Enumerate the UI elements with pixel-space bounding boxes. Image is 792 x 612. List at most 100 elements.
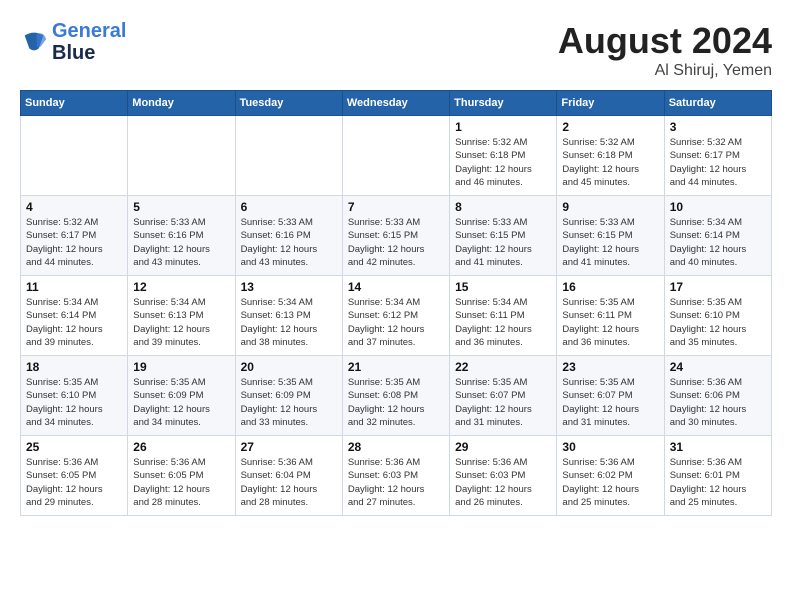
- calendar-cell: 29 Sunrise: 5:36 AM Sunset: 6:03 PM Dayli…: [450, 436, 557, 516]
- calendar-cell: 4 Sunrise: 5:32 AM Sunset: 6:17 PM Daylig…: [21, 196, 128, 276]
- day-info: Sunrise: 5:33 AM Sunset: 6:16 PM Dayligh…: [241, 216, 337, 269]
- calendar-week-row: 25 Sunrise: 5:36 AM Sunset: 6:05 PM Dayli…: [21, 436, 772, 516]
- day-number: 30: [562, 440, 658, 454]
- calendar-cell: 31 Sunrise: 5:36 AM Sunset: 6:01 PM Dayli…: [664, 436, 771, 516]
- day-number: 12: [133, 280, 229, 294]
- day-info: Sunrise: 5:34 AM Sunset: 6:13 PM Dayligh…: [133, 296, 229, 349]
- day-number: 28: [348, 440, 444, 454]
- day-number: 31: [670, 440, 766, 454]
- day-of-week-header: Thursday: [450, 91, 557, 116]
- day-info: Sunrise: 5:35 AM Sunset: 6:07 PM Dayligh…: [455, 376, 551, 429]
- calendar-cell: 20 Sunrise: 5:35 AM Sunset: 6:09 PM Dayli…: [235, 356, 342, 436]
- calendar-cell: 19 Sunrise: 5:35 AM Sunset: 6:09 PM Dayli…: [128, 356, 235, 436]
- day-number: 16: [562, 280, 658, 294]
- calendar-cell: 28 Sunrise: 5:36 AM Sunset: 6:03 PM Dayli…: [342, 436, 449, 516]
- day-info: Sunrise: 5:35 AM Sunset: 6:10 PM Dayligh…: [670, 296, 766, 349]
- day-info: Sunrise: 5:33 AM Sunset: 6:16 PM Dayligh…: [133, 216, 229, 269]
- calendar-week-row: 11Sunrise: 5:34 AM Sunset: 6:14 PM Dayli…: [21, 276, 772, 356]
- day-number: 5: [133, 200, 229, 214]
- day-info: Sunrise: 5:36 AM Sunset: 6:03 PM Dayligh…: [348, 456, 444, 509]
- calendar-cell: 3 Sunrise: 5:32 AM Sunset: 6:17 PM Daylig…: [664, 116, 771, 196]
- day-info: Sunrise: 5:33 AM Sunset: 6:15 PM Dayligh…: [348, 216, 444, 269]
- day-number: 15: [455, 280, 551, 294]
- day-number: 6: [241, 200, 337, 214]
- calendar-cell: 25 Sunrise: 5:36 AM Sunset: 6:05 PM Dayli…: [21, 436, 128, 516]
- calendar-cell: [128, 116, 235, 196]
- day-info: Sunrise: 5:34 AM Sunset: 6:11 PM Dayligh…: [455, 296, 551, 349]
- logo: General Blue: [20, 20, 126, 64]
- page-header: General Blue August 2024 Al Shiruj, Yeme…: [20, 20, 772, 80]
- calendar-cell: [342, 116, 449, 196]
- calendar-table: SundayMondayTuesdayWednesdayThursdayFrid…: [20, 90, 772, 516]
- day-info: Sunrise: 5:36 AM Sunset: 6:06 PM Dayligh…: [670, 376, 766, 429]
- calendar-cell: 18 Sunrise: 5:35 AM Sunset: 6:10 PM Dayli…: [21, 356, 128, 436]
- day-number: 4: [26, 200, 122, 214]
- calendar-cell: [235, 116, 342, 196]
- day-info: Sunrise: 5:36 AM Sunset: 6:05 PM Dayligh…: [133, 456, 229, 509]
- calendar-cell: 5 Sunrise: 5:33 AM Sunset: 6:16 PM Daylig…: [128, 196, 235, 276]
- calendar-cell: 11Sunrise: 5:34 AM Sunset: 6:14 PM Dayli…: [21, 276, 128, 356]
- title-block: August 2024 Al Shiruj, Yemen: [558, 20, 772, 80]
- day-number: 17: [670, 280, 766, 294]
- day-of-week-header: Tuesday: [235, 91, 342, 116]
- calendar-cell: 14Sunrise: 5:34 AM Sunset: 6:12 PM Dayli…: [342, 276, 449, 356]
- calendar-cell: 9 Sunrise: 5:33 AM Sunset: 6:15 PM Daylig…: [557, 196, 664, 276]
- logo-icon: [20, 28, 48, 56]
- day-number: 9: [562, 200, 658, 214]
- day-info: Sunrise: 5:36 AM Sunset: 6:02 PM Dayligh…: [562, 456, 658, 509]
- day-info: Sunrise: 5:36 AM Sunset: 6:05 PM Dayligh…: [26, 456, 122, 509]
- day-info: Sunrise: 5:34 AM Sunset: 6:12 PM Dayligh…: [348, 296, 444, 349]
- day-info: Sunrise: 5:35 AM Sunset: 6:10 PM Dayligh…: [26, 376, 122, 429]
- day-number: 13: [241, 280, 337, 294]
- day-info: Sunrise: 5:32 AM Sunset: 6:17 PM Dayligh…: [26, 216, 122, 269]
- calendar-cell: 17 Sunrise: 5:35 AM Sunset: 6:10 PM Dayli…: [664, 276, 771, 356]
- calendar-week-row: 1 Sunrise: 5:32 AM Sunset: 6:18 PM Daylig…: [21, 116, 772, 196]
- day-info: Sunrise: 5:35 AM Sunset: 6:09 PM Dayligh…: [241, 376, 337, 429]
- day-number: 23: [562, 360, 658, 374]
- calendar-cell: 6 Sunrise: 5:33 AM Sunset: 6:16 PM Daylig…: [235, 196, 342, 276]
- day-info: Sunrise: 5:36 AM Sunset: 6:04 PM Dayligh…: [241, 456, 337, 509]
- calendar-cell: 2 Sunrise: 5:32 AM Sunset: 6:18 PM Daylig…: [557, 116, 664, 196]
- day-number: 29: [455, 440, 551, 454]
- day-of-week-header: Monday: [128, 91, 235, 116]
- calendar-cell: 7 Sunrise: 5:33 AM Sunset: 6:15 PM Daylig…: [342, 196, 449, 276]
- day-number: 26: [133, 440, 229, 454]
- day-of-week-header: Sunday: [21, 91, 128, 116]
- calendar-cell: 26 Sunrise: 5:36 AM Sunset: 6:05 PM Dayli…: [128, 436, 235, 516]
- day-number: 8: [455, 200, 551, 214]
- day-of-week-header: Wednesday: [342, 91, 449, 116]
- calendar-cell: 1Sunrise: 5:32 AM Sunset: 6:18 PM Daylig…: [450, 116, 557, 196]
- day-number: 22: [455, 360, 551, 374]
- day-number: 27: [241, 440, 337, 454]
- day-number: 7: [348, 200, 444, 214]
- day-info: Sunrise: 5:36 AM Sunset: 6:03 PM Dayligh…: [455, 456, 551, 509]
- calendar-cell: 12 Sunrise: 5:34 AM Sunset: 6:13 PM Dayli…: [128, 276, 235, 356]
- page-subtitle: Al Shiruj, Yemen: [558, 62, 772, 80]
- day-info: Sunrise: 5:33 AM Sunset: 6:15 PM Dayligh…: [562, 216, 658, 269]
- day-number: 1: [455, 120, 551, 134]
- calendar-cell: 8 Sunrise: 5:33 AM Sunset: 6:15 PM Daylig…: [450, 196, 557, 276]
- day-info: Sunrise: 5:33 AM Sunset: 6:15 PM Dayligh…: [455, 216, 551, 269]
- day-info: Sunrise: 5:35 AM Sunset: 6:09 PM Dayligh…: [133, 376, 229, 429]
- page-title: August 2024: [558, 20, 772, 62]
- calendar-cell: [21, 116, 128, 196]
- day-number: 20: [241, 360, 337, 374]
- day-number: 18: [26, 360, 122, 374]
- day-info: Sunrise: 5:32 AM Sunset: 6:17 PM Dayligh…: [670, 136, 766, 189]
- day-number: 25: [26, 440, 122, 454]
- day-info: Sunrise: 5:36 AM Sunset: 6:01 PM Dayligh…: [670, 456, 766, 509]
- calendar-cell: 27 Sunrise: 5:36 AM Sunset: 6:04 PM Dayli…: [235, 436, 342, 516]
- day-info: Sunrise: 5:35 AM Sunset: 6:08 PM Dayligh…: [348, 376, 444, 429]
- day-number: 19: [133, 360, 229, 374]
- day-info: Sunrise: 5:32 AM Sunset: 6:18 PM Dayligh…: [562, 136, 658, 189]
- calendar-cell: 10Sunrise: 5:34 AM Sunset: 6:14 PM Dayli…: [664, 196, 771, 276]
- day-info: Sunrise: 5:34 AM Sunset: 6:14 PM Dayligh…: [670, 216, 766, 269]
- calendar-cell: 22 Sunrise: 5:35 AM Sunset: 6:07 PM Dayli…: [450, 356, 557, 436]
- day-info: Sunrise: 5:34 AM Sunset: 6:13 PM Dayligh…: [241, 296, 337, 349]
- day-number: 3: [670, 120, 766, 134]
- day-number: 2: [562, 120, 658, 134]
- day-number: 21: [348, 360, 444, 374]
- day-number: 11: [26, 280, 122, 294]
- day-info: Sunrise: 5:35 AM Sunset: 6:11 PM Dayligh…: [562, 296, 658, 349]
- calendar-cell: 30 Sunrise: 5:36 AM Sunset: 6:02 PM Dayli…: [557, 436, 664, 516]
